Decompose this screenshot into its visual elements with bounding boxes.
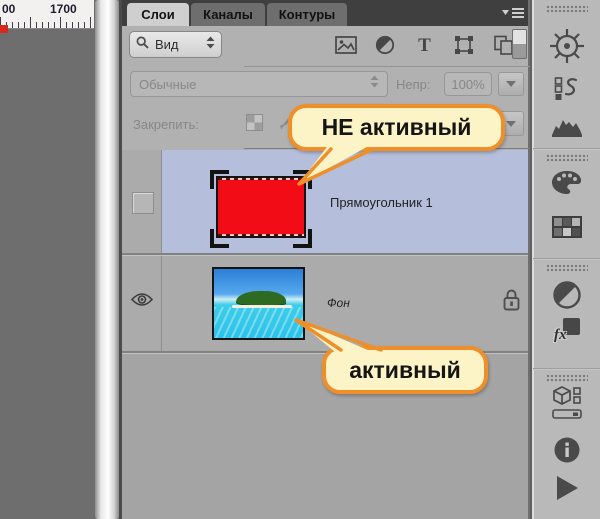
opacity-value-field[interactable]: 100% — [444, 72, 492, 96]
callout-active: активный — [322, 346, 488, 394]
callout-text: активный — [349, 356, 461, 383]
opacity-value: 100% — [451, 76, 485, 92]
filter-type-icons: T — [330, 28, 519, 62]
visibility-column — [122, 256, 162, 352]
search-icon — [136, 36, 149, 54]
water-sparkle — [214, 306, 303, 338]
type-layers-filter-icon[interactable]: T — [411, 32, 439, 58]
dock-separator — [533, 148, 600, 150]
tab-layers[interactable]: Слои — [127, 3, 189, 26]
swatches-icon[interactable] — [532, 216, 600, 238]
info-icon[interactable] — [532, 436, 600, 464]
adjustment-layers-filter-icon[interactable] — [371, 32, 399, 58]
blend-mode-value: Обычные — [139, 76, 197, 92]
callout-text: НЕ активный — [321, 114, 472, 140]
layers-panel: Слои Каналы Контуры Вид T Обычные Непр: … — [122, 0, 600, 519]
color-palette-icon[interactable] — [532, 170, 600, 195]
timeline-icon[interactable] — [532, 409, 600, 419]
tab-label: Слои — [141, 7, 175, 22]
spinner-arrows-icon — [206, 36, 215, 54]
lock-transparency-icon[interactable] — [246, 114, 263, 136]
tab-channels[interactable]: Каналы — [191, 3, 265, 26]
vector-mask-bracket — [210, 170, 229, 189]
dock-grip-handle[interactable] — [546, 5, 588, 13]
collapsed-panels-dock: fx — [530, 0, 600, 519]
styles-fx-icon[interactable]: fx — [532, 318, 600, 344]
beach — [232, 305, 292, 308]
blend-mode-dropdown[interactable]: Обычные — [130, 71, 388, 97]
pixel-layers-filter-icon[interactable] — [332, 32, 360, 58]
ruler-cursor-mark — [0, 25, 8, 33]
layer-row-background[interactable]: Фон — [122, 256, 528, 352]
dock-separator — [533, 258, 600, 260]
tab-label: Каналы — [203, 7, 253, 22]
opacity-dropdown-arrow[interactable] — [498, 72, 524, 96]
eye-icon[interactable] — [130, 292, 154, 312]
dock-separator — [533, 368, 600, 370]
dock-grip-handle[interactable] — [546, 374, 588, 382]
layer-name: Фон — [327, 296, 350, 310]
dock-grip-handle[interactable] — [546, 264, 588, 272]
tab-paths[interactable]: Контуры — [267, 3, 347, 26]
dock-grip-handle[interactable] — [546, 154, 588, 162]
actions-play-icon[interactable] — [532, 474, 600, 502]
panel-tab-bar: Слои Каналы Контуры — [122, 0, 528, 26]
ruler-ticks-minor — [0, 22, 94, 28]
filter-kind-value: Вид — [155, 37, 179, 52]
vector-mask-bracket — [293, 229, 312, 248]
filtering-toggle[interactable] — [512, 29, 527, 59]
layer-thumbnail-island-photo[interactable] — [212, 267, 305, 340]
history-icon[interactable] — [532, 76, 600, 102]
adjustments-icon[interactable] — [532, 280, 600, 310]
photoshop-workspace: 00 1700 Слои Каналы Контуры Вид T Обычны… — [0, 0, 600, 519]
opacity-label: Непр: — [396, 77, 431, 92]
navigator-wheel-icon[interactable] — [532, 26, 600, 66]
visibility-column — [122, 150, 162, 253]
panel-edge-scrollbar[interactable] — [95, 0, 119, 519]
layer-row-rectangle[interactable]: Прямоугольник 1 — [122, 150, 528, 253]
callout-not-active: НЕ активный — [288, 104, 505, 151]
island — [236, 291, 286, 305]
filter-row: Вид T — [122, 26, 528, 63]
lock-label: Закрепить: — [133, 117, 199, 132]
type-letter: T — [418, 34, 431, 56]
histogram-icon[interactable] — [532, 114, 600, 138]
shape-layers-filter-icon[interactable] — [450, 32, 478, 58]
ruler-label: 1700 — [50, 2, 77, 16]
ruler-label: 00 — [2, 2, 16, 16]
vector-mask-bracket — [210, 229, 229, 248]
tab-label: Контуры — [278, 7, 336, 22]
3d-panel-icon[interactable] — [532, 386, 600, 410]
spinner-arrows-icon — [370, 75, 379, 93]
layer-lock-icon — [502, 288, 521, 317]
vector-mask-bracket — [293, 170, 312, 189]
panel-menu-icon[interactable] — [502, 6, 524, 20]
visibility-toggle-empty[interactable] — [132, 192, 154, 214]
horizontal-ruler: 00 1700 — [0, 0, 94, 29]
layer-name: Прямоугольник 1 — [330, 195, 433, 210]
filter-kind-dropdown[interactable]: Вид — [129, 31, 222, 58]
layer-row-content[interactable]: Прямоугольник 1 — [162, 150, 528, 253]
layer-row-content[interactable]: Фон — [162, 256, 528, 352]
fx-label: fx — [554, 327, 567, 343]
blend-row: Обычные Непр: 100% — [122, 67, 528, 100]
